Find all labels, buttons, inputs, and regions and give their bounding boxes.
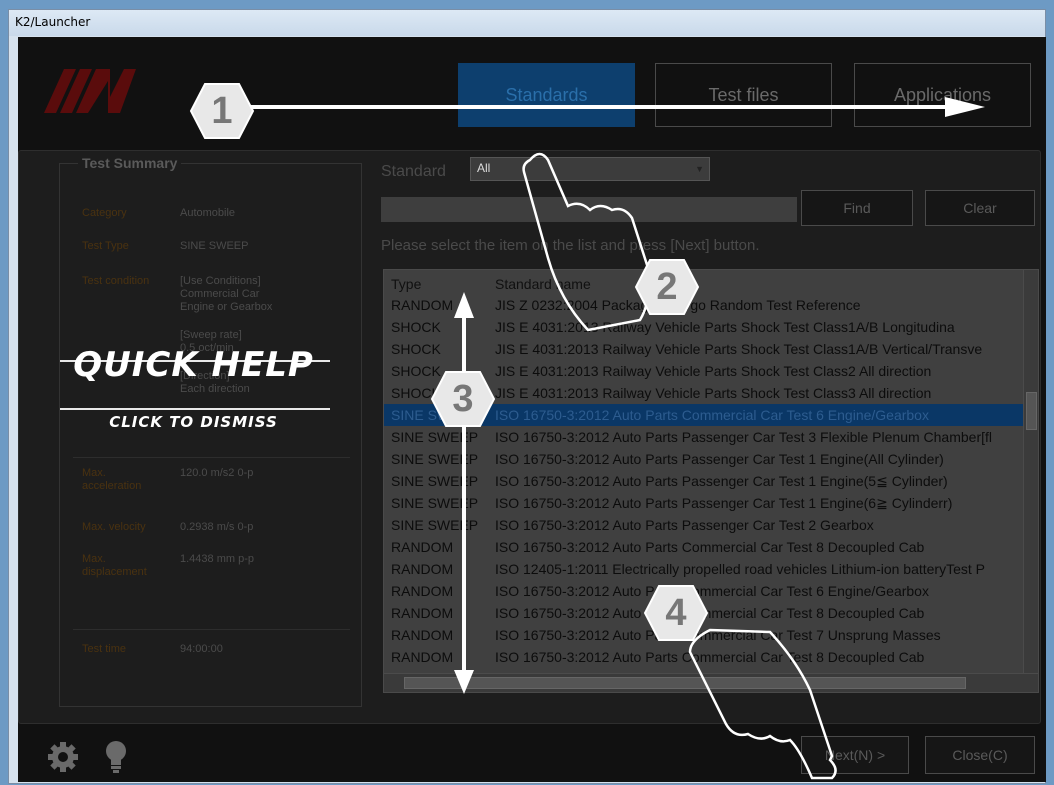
arrow-vertical-icon xyxy=(454,292,474,694)
help-marker-3: 3 xyxy=(430,370,496,433)
help-marker-4-label: 4 xyxy=(665,592,687,634)
arrow-right-icon xyxy=(250,97,985,117)
help-marker-2-label: 2 xyxy=(656,266,678,308)
help-marker-1-label: 1 xyxy=(211,90,233,132)
pointing-hand-icon-2 xyxy=(688,628,837,780)
pointing-hand-icon xyxy=(522,152,651,332)
help-marker-2: 2 xyxy=(634,258,700,321)
quick-help-overlay[interactable]: QUICK HELP CLICK TO DISMISS 1 2 3 4 xyxy=(0,0,1054,785)
help-marker-1: 1 xyxy=(189,82,255,145)
quick-help-graphics xyxy=(250,97,985,780)
help-marker-4: 4 xyxy=(643,584,709,647)
help-marker-3-label: 3 xyxy=(452,378,474,420)
